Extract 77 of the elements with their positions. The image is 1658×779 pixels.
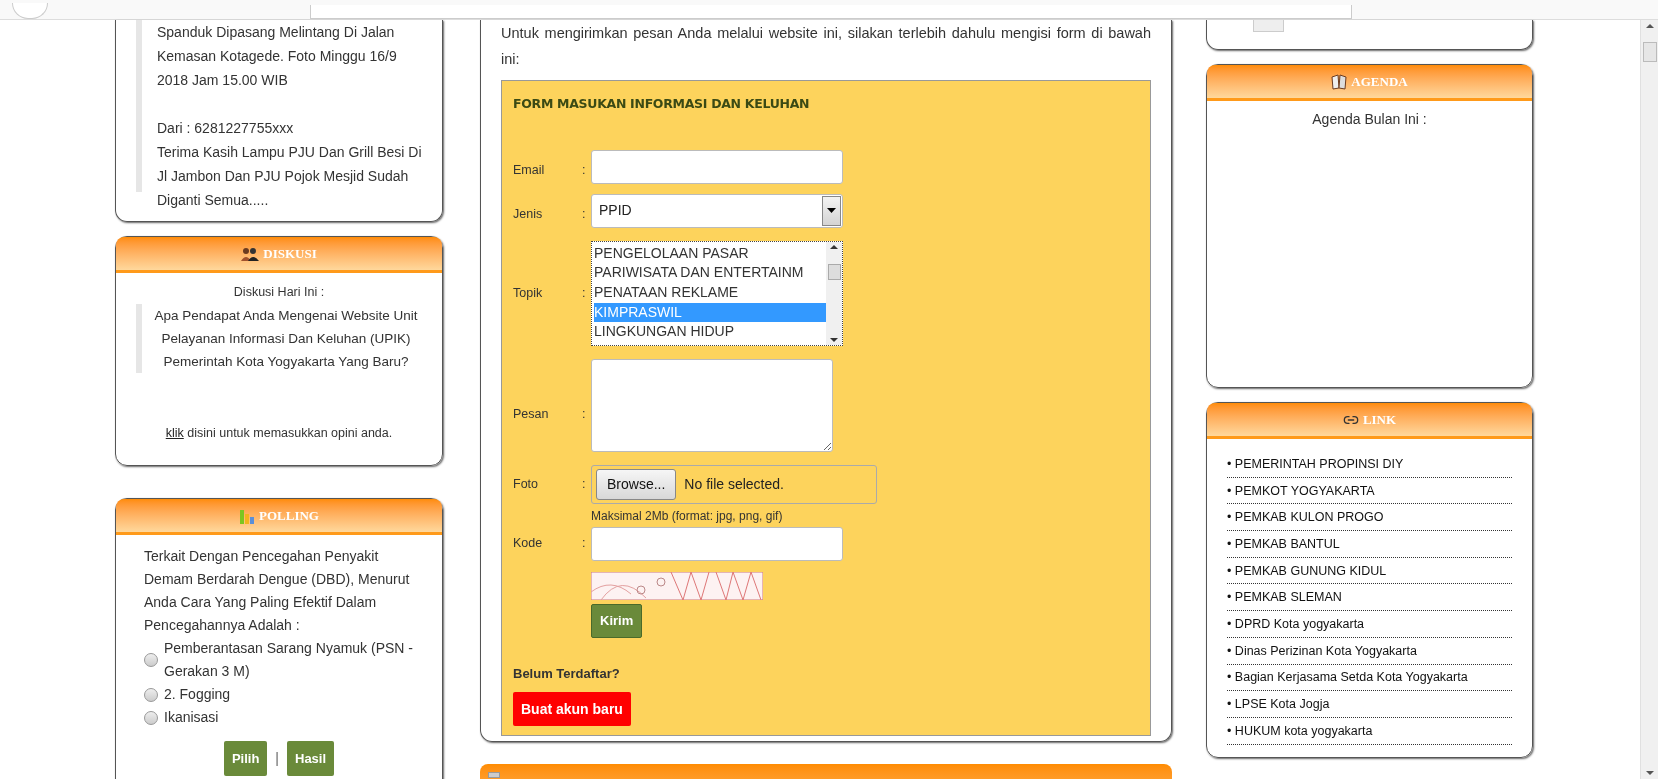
people-icon <box>241 246 260 261</box>
category-select[interactable]: PPID <box>591 193 843 228</box>
external-link[interactable]: • DPRD Kota yogyakarta <box>1227 615 1365 634</box>
topic-listbox[interactable]: PENGELOLAAN PASAR PARIWISATA DAN ENTERTAINM PENATAAN REKLAME KIMPRASWIL LINGKUNGAN HIDUP <box>591 240 843 346</box>
file-status: No file selected. <box>684 474 784 494</box>
scroll-up-icon[interactable] <box>830 244 838 249</box>
page-scrollbar[interactable] <box>1640 20 1658 779</box>
scroll-down-icon[interactable] <box>1645 771 1654 775</box>
field-label: Email <box>513 162 546 179</box>
register-button[interactable]: Buat akun baru <box>513 692 631 727</box>
topic-option[interactable]: PARIWISATA DAN ENTERTAINM <box>594 263 826 283</box>
results-button[interactable]: Hasil <box>287 741 335 776</box>
scroll-up-icon[interactable] <box>1645 24 1654 28</box>
separator: | <box>275 749 279 768</box>
back-button[interactable] <box>12 3 48 19</box>
topic-option[interactable]: PENATAAN REKLAME <box>594 282 826 303</box>
field-label: Jenis <box>513 206 544 223</box>
email-field[interactable] <box>591 149 843 184</box>
radio-button[interactable] <box>144 710 158 725</box>
external-link[interactable]: • PEMKOT YOGYAKARTA <box>1227 481 1375 501</box>
field-colon: : <box>582 406 587 423</box>
external-link[interactable]: • LPSE Kota Jogja <box>1227 695 1330 714</box>
panel-title: DISKUSI <box>263 244 317 263</box>
field-label: Topik <box>513 284 544 302</box>
form-title: FORM MASUKAN INFORMASI DAN KELUHAN <box>513 95 811 113</box>
intro-text: Untuk mengirimkan pesan Anda melalui website ini, silakan terlebih dahulu mengisi form di bawah ini: <box>501 24 1151 69</box>
external-link[interactable]: • Bagian Kerjasama Setda Kota Yogyakarta <box>1227 668 1468 688</box>
radio-button[interactable] <box>144 653 158 667</box>
discussion-question: Apa Pendapat Anda Mengenai Website Unit Pelayanan Informasi Dan Keluhan (UPIK) Pemerintah Kota Yogyakarta Yang Baru? <box>153 307 419 371</box>
scroll-thumb[interactable] <box>1642 42 1657 62</box>
topic-option[interactable]: LINGKUNGAN HIDUP <box>594 322 826 342</box>
external-link[interactable]: • PEMKAB BANTUL <box>1227 535 1340 554</box>
external-link[interactable]: • Dinas Perizinan Kota Yogyakarta <box>1227 641 1417 661</box>
field-label: Pesan <box>513 406 550 423</box>
field-label: Kode <box>513 535 544 552</box>
external-link[interactable]: • PEMKAB KULON PROGO <box>1227 508 1384 528</box>
book-icon <box>1331 73 1348 90</box>
message-field[interactable] <box>591 358 833 452</box>
poll-option: Pemberantasan Sarang Nyamuk (PSN - Gerakan 3 M) <box>164 637 414 683</box>
news-text: Spanduk Dipasang Melintang Di Jalan Kemasan Kotagede. Foto Minggu 16/9 2018 Jam 15.00 WIB <box>157 23 398 90</box>
field-colon: : <box>582 284 587 302</box>
vote-button[interactable]: Pilih <box>223 741 268 776</box>
poll-question: Terkait Dengan Pencegahan Penyakit Demam Berdarah Dengue (DBD), Menurut Anda Cara Yang Paling Efektif Dalam Pencegahannya Adalah : <box>144 547 411 635</box>
field-label: Foto <box>513 475 539 493</box>
code-field[interactable] <box>591 526 843 561</box>
opinion-link[interactable]: klik <box>165 426 184 441</box>
browse-button[interactable]: Browse... <box>596 468 677 500</box>
register-prompt: Belum Terdaftar? <box>513 664 621 683</box>
poll-option: 2. Fogging <box>164 683 231 706</box>
calendar-button[interactable] <box>1253 20 1284 32</box>
news-text: Terima Kasih Lampu PJU Dan Grill Besi Di Jl Jambon Dan PJU Pojok Mesjid Sudah Diganti Semua..... <box>157 143 422 210</box>
field-colon: : <box>582 535 587 552</box>
external-link[interactable]: • PEMKAB SLEMAN <box>1227 588 1342 608</box>
scrollbar[interactable] <box>826 241 842 345</box>
scroll-thumb[interactable] <box>827 263 841 280</box>
photo-note: Maksimal 2Mb (format: jpg, png, gif) <box>591 507 784 525</box>
field-colon: : <box>582 206 587 223</box>
topic-option[interactable]: PENGELOLAAN PASAR <box>594 243 826 264</box>
field-colon: : <box>582 475 587 493</box>
opinion-prompt: klik disini untuk memasukkan opini anda. <box>164 425 394 443</box>
bar-chart-icon <box>239 507 255 524</box>
file-input[interactable]: Browse... No file selected. <box>591 464 877 504</box>
poll-option: Ikanisasi <box>164 706 219 729</box>
external-link[interactable]: • PEMKAB GUNUNG KIDUL <box>1227 561 1387 581</box>
news-icon <box>488 772 500 778</box>
panel-title: LINK <box>1362 410 1397 429</box>
external-link[interactable]: • HUKUM kota yogyakarta <box>1227 721 1373 741</box>
agenda-subtitle: Agenda Bulan Ini : <box>1311 110 1428 129</box>
external-link[interactable]: • PEMERINTAH PROPINSI DIY <box>1227 454 1404 474</box>
panel-title: AGENDA <box>1351 72 1408 91</box>
panel-title: POLLING <box>259 506 319 525</box>
scroll-down-icon[interactable] <box>830 337 838 342</box>
submit-button[interactable]: Kirim <box>591 603 643 638</box>
radio-button[interactable] <box>144 687 158 702</box>
discussion-subtitle: Diskusi Hari Ini : <box>232 284 326 301</box>
news-text: Dari : 6281227755xxx <box>157 119 295 138</box>
field-colon: : <box>582 162 587 179</box>
